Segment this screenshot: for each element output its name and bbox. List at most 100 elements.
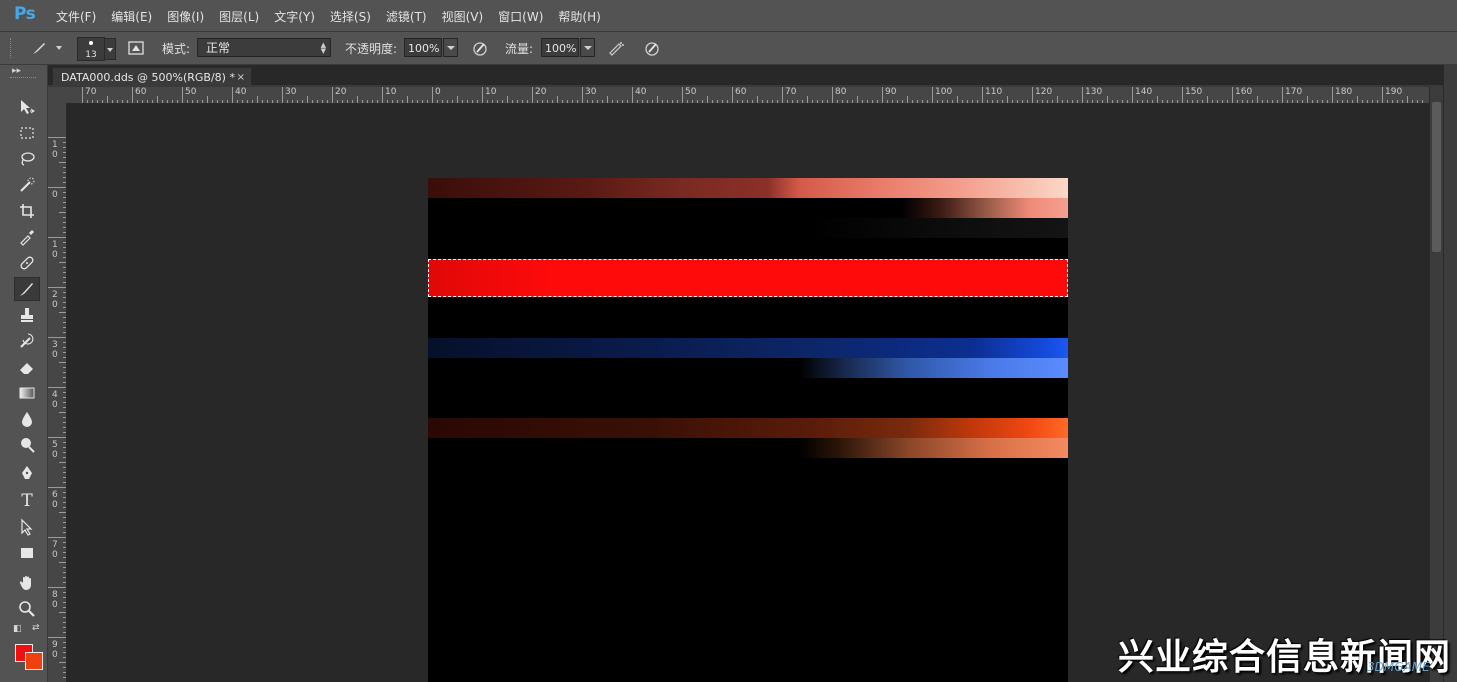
collapse-panel-icon[interactable]: ▸▸ xyxy=(12,66,21,76)
menu-edit[interactable]: 编辑(E) xyxy=(111,8,152,25)
ruler-minor-tick xyxy=(162,100,163,103)
brush-panel-toggle-icon[interactable] xyxy=(127,39,145,57)
ruler-minor-tick xyxy=(63,267,66,268)
ruler-minor-tick xyxy=(1302,100,1303,103)
ruler-minor-tick xyxy=(1167,100,1168,103)
ruler-major-tick xyxy=(882,87,883,103)
image-canvas[interactable] xyxy=(428,178,1068,682)
hand-icon[interactable] xyxy=(14,571,40,595)
ruler-minor-tick xyxy=(1242,100,1243,103)
ruler-label: 50 xyxy=(685,87,697,97)
marquee-selection[interactable] xyxy=(428,259,1068,297)
crop-icon[interactable] xyxy=(14,199,40,223)
move-tool-icon[interactable] xyxy=(14,95,40,119)
ruler-minor-tick xyxy=(59,262,66,263)
ruler-major-tick xyxy=(832,87,833,103)
menu-view[interactable]: 视图(V) xyxy=(442,8,484,25)
menu-select[interactable]: 选择(S) xyxy=(330,8,371,25)
blur-icon[interactable] xyxy=(14,407,40,431)
path-selection-icon[interactable] xyxy=(14,515,40,539)
ruler-minor-tick xyxy=(1127,100,1128,103)
gradient-icon[interactable] xyxy=(14,381,40,405)
menu-image[interactable]: 图像(I) xyxy=(167,8,204,25)
ruler-major-tick xyxy=(1082,87,1083,103)
menu-type[interactable]: 文字(Y) xyxy=(274,8,315,25)
opacity-slider-toggle[interactable] xyxy=(443,38,458,57)
ruler-minor-tick xyxy=(1137,100,1138,103)
menu-bar: Ps 文件(F) 编辑(E) 图像(I) 图层(L) 文字(Y) 选择(S) 滤… xyxy=(0,0,1457,32)
brush-preset-picker[interactable]: 13 xyxy=(77,37,105,61)
ruler-minor-tick xyxy=(912,100,913,103)
ruler-origin[interactable] xyxy=(48,87,67,104)
vertical-scroll-thumb[interactable] xyxy=(1432,102,1441,252)
ruler-minor-tick xyxy=(63,217,66,218)
opacity-input[interactable]: 100% xyxy=(404,38,442,57)
orange-gradient-stripe xyxy=(428,418,1068,438)
brush-tip-icon xyxy=(89,41,93,45)
dodge-icon[interactable] xyxy=(14,433,40,457)
ruler-label: 30 xyxy=(285,87,297,97)
menu-filter[interactable]: 滤镜(T) xyxy=(386,8,427,25)
swap-colors-icon[interactable]: ⇄ xyxy=(32,623,40,633)
ruler-minor-tick xyxy=(977,100,978,103)
ruler-minor-tick xyxy=(1417,100,1418,103)
clone-stamp-icon[interactable] xyxy=(14,303,40,327)
menu-help[interactable]: 帮助(H) xyxy=(558,8,600,25)
horizontal-ruler[interactable]: 70 60 50 40 30 20 10 0 10 20 30 40 50 60 70 80 90 100 110 1… xyxy=(66,87,1430,104)
ruler-minor-tick xyxy=(717,100,718,103)
blend-mode-select[interactable]: 正常 ▲ ▼ xyxy=(197,38,331,57)
menu-file[interactable]: 文件(F) xyxy=(56,8,96,25)
flow-input[interactable]: 100% xyxy=(541,38,579,57)
ruler-minor-tick xyxy=(152,100,153,103)
ruler-minor-tick xyxy=(1272,100,1273,103)
flow-slider-toggle[interactable] xyxy=(580,38,595,57)
default-colors-icon[interactable]: ◧ xyxy=(13,624,22,634)
vertical-ruler[interactable]: 1 0 0 1 0 2 0 3 0 4 0 5 0 6 0 7 0 8 0 9 0 xyxy=(48,103,67,682)
ruler-label: 80 xyxy=(835,87,847,97)
ruler-minor-tick xyxy=(63,497,66,498)
rectangular-marquee-icon[interactable] xyxy=(14,121,40,145)
ruler-label: 60 xyxy=(135,87,147,97)
ruler-minor-tick xyxy=(63,407,66,408)
airbrush-icon[interactable] xyxy=(607,39,625,57)
brush-tool-preset-icon[interactable] xyxy=(30,39,48,57)
ruler-minor-tick xyxy=(92,100,93,103)
lasso-icon[interactable] xyxy=(14,147,40,171)
menu-window[interactable]: 窗口(W) xyxy=(498,8,543,25)
brush-tool-icon[interactable] xyxy=(14,277,40,301)
pen-icon[interactable] xyxy=(14,461,40,485)
brush-preset-dropdown[interactable] xyxy=(104,38,116,60)
quick-selection-icon[interactable] xyxy=(14,173,40,197)
vertical-scrollbar[interactable] xyxy=(1429,87,1443,682)
ruler-minor-tick xyxy=(1027,100,1028,103)
eraser-icon[interactable] xyxy=(14,355,40,379)
eyedropper-icon[interactable] xyxy=(14,225,40,249)
type-icon[interactable]: T xyxy=(14,489,40,513)
rectangle-shape-icon[interactable] xyxy=(14,541,40,565)
healing-brush-icon[interactable] xyxy=(14,251,40,275)
background-color-swatch[interactable] xyxy=(25,652,43,670)
document-tab[interactable]: DATA000.dds @ 500%(RGB/8) * × xyxy=(52,67,252,86)
history-brush-icon[interactable] xyxy=(14,329,40,353)
ruler-minor-tick xyxy=(1367,100,1368,103)
ruler-minor-tick xyxy=(707,96,708,103)
ruler-minor-tick xyxy=(777,100,778,103)
ruler-minor-tick xyxy=(63,297,66,298)
ruler-label: 0 xyxy=(52,190,58,200)
ruler-minor-tick xyxy=(257,96,258,103)
pressure-opacity-icon[interactable] xyxy=(471,39,489,57)
ruler-minor-tick xyxy=(1207,96,1208,103)
ruler-minor-tick xyxy=(722,100,723,103)
ruler-minor-tick xyxy=(1107,96,1108,103)
options-grip[interactable] xyxy=(10,38,14,58)
pressure-size-icon[interactable] xyxy=(643,39,661,57)
tools-grip[interactable] xyxy=(10,77,36,80)
menu-layer[interactable]: 图层(L) xyxy=(219,8,259,25)
ruler-major-tick xyxy=(48,187,66,188)
ruler-minor-tick xyxy=(1377,100,1378,103)
ruler-minor-tick xyxy=(63,472,66,473)
tool-preset-dropdown-icon[interactable] xyxy=(56,46,62,50)
ruler-minor-tick xyxy=(1047,100,1048,103)
ruler-minor-tick xyxy=(317,100,318,103)
zoom-icon[interactable] xyxy=(14,597,40,621)
